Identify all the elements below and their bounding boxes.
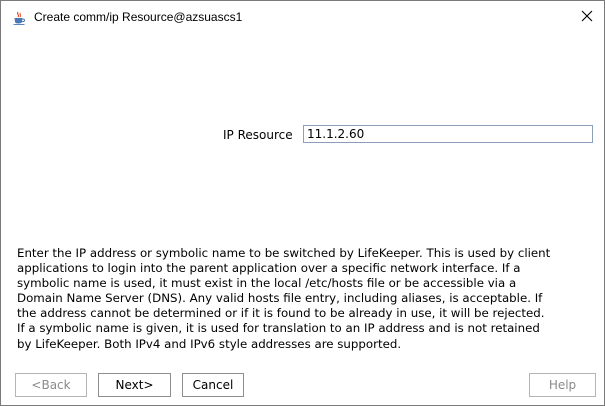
description-line: Domain Name Server (DNS). Any valid host… — [17, 291, 543, 306]
description-line: applications to login into the parent ap… — [17, 261, 521, 276]
cancel-button[interactable]: Cancel — [182, 373, 244, 397]
ip-resource-label: IP Resource — [223, 128, 293, 142]
java-cup-icon — [12, 10, 26, 25]
description-line: If a symbolic name is given, it is used … — [17, 321, 540, 336]
help-button[interactable]: Help — [529, 373, 596, 397]
description-line: by LifeKeeper. Both IPv4 and IPv6 style … — [17, 336, 402, 351]
back-button[interactable]: <Back — [15, 373, 87, 397]
window-title: Create comm/ip Resource@azsuascs1 — [34, 10, 243, 24]
description-line: symbolic name is used, it must exist in … — [17, 276, 517, 291]
close-icon — [581, 7, 593, 26]
dialog-window: Create comm/ip Resource@azsuascs1 IP Res… — [0, 0, 605, 406]
description-text: Enter the IP address or symbolic name to… — [17, 246, 597, 352]
description-line: Enter the IP address or symbolic name to… — [17, 246, 551, 260]
next-button[interactable]: Next> — [98, 373, 171, 397]
title-bar[interactable]: Create comm/ip Resource@azsuascs1 — [1, 1, 604, 33]
close-button[interactable] — [570, 1, 604, 31]
description-line: the address cannot be determined or if i… — [17, 306, 545, 321]
ip-resource-input[interactable] — [303, 125, 593, 143]
